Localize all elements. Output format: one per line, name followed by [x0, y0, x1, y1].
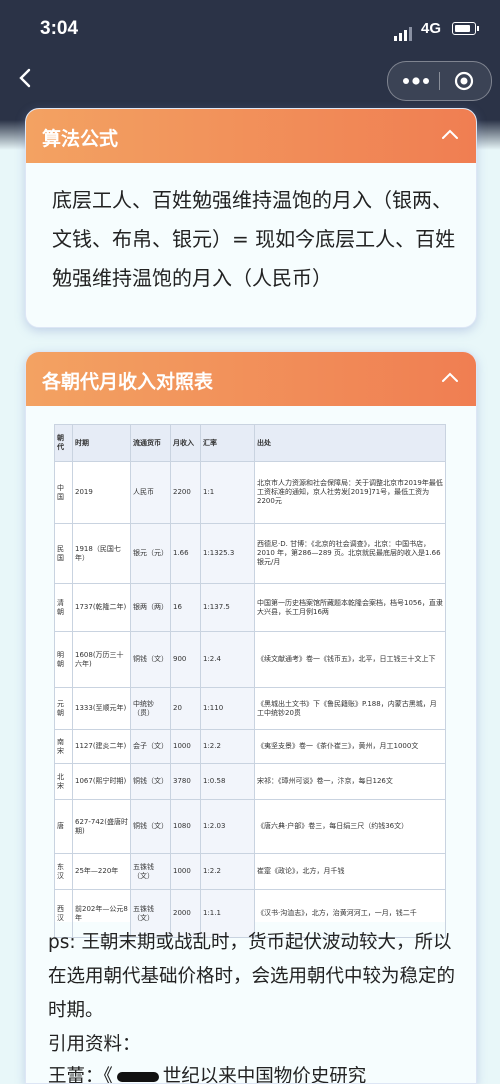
reference-label: 引用资料：	[48, 1034, 141, 1055]
income-table-card: 各朝代月收入对照表 朝代 时期 流通货币 月收入 汇率 出处 中国 2019 人民币…	[25, 351, 477, 1084]
table-row: 中国 2019 人民币 2200 1:1 北京市人力资源和社会保障局：关于调整北京市201…	[54, 461, 446, 524]
table-cell-rate: 1:1325.3	[200, 523, 255, 584]
formula-card: 算法公式 底层工人、百姓勉强维持温饱的月入（银两、文钱、布帛、银元）= 现如今底…	[25, 108, 477, 328]
table-cell-cur: 铜钱（文）	[130, 799, 171, 854]
mini-program-capsule	[387, 61, 492, 101]
table-cell-rate: 1:2.03	[200, 799, 255, 854]
target-ring-icon[interactable]	[454, 71, 474, 91]
table-row: 清朝 1737(乾隆二年) 银两（两） 16 1:137.5 中国第一历史档案馆所藏题本乾…	[54, 583, 446, 632]
header-cell: 时期	[72, 424, 131, 462]
table-cell-era: 北宋	[54, 763, 73, 800]
table-cell-inc: 1000	[170, 853, 201, 890]
signal-icon	[394, 22, 414, 41]
table-cell-era: 民国	[54, 523, 73, 584]
table-cell-src: 《唐六典·户部》卷三，每日绢三尺（约钱36文）	[254, 799, 446, 854]
status-bar: 3:04 4G	[0, 0, 500, 58]
table-cell-period: 25年—220年	[72, 853, 131, 890]
table-cell-rate: 1:0.58	[200, 763, 255, 800]
table-cell-cur: 银两（两）	[130, 583, 171, 632]
table-cell-rate: 1:1	[200, 461, 255, 524]
redaction-mark	[116, 1072, 159, 1082]
income-card-header[interactable]: 各朝代月收入对照表	[26, 352, 476, 406]
table-cell-src: 《夷坚支景》卷一《茶仆崔三》，黄州，月工1000文	[254, 729, 446, 764]
table-row: 东汉 25年—220年 五铢钱（文） 1000 1:2.2 崔寔《政论》，北方，月千钱	[54, 853, 446, 890]
table-cell-inc: 16	[170, 583, 201, 632]
table-row: 北宋 1067(熙宁时期) 铜钱（文） 3780 1:0.58 宋祁：《璋州可谈》卷一，汴…	[54, 763, 446, 800]
reference-suffix: 世纪以来中国物价史研究	[162, 1066, 367, 1084]
table-cell-period: 1737(乾隆二年)	[72, 583, 131, 632]
table-row: 唐 627-742(盛唐时期) 铜钱（文） 1080 1:2.03 《唐六典·户部》卷三，…	[54, 799, 446, 854]
table-cell-inc: 1000	[170, 729, 201, 764]
table-cell-era: 中国	[54, 461, 73, 524]
capsule-divider	[439, 72, 440, 90]
network-type: 4G	[421, 20, 442, 37]
table-cell-era: 南宋	[54, 729, 73, 764]
table-cell-cur: 铜钱（文）	[130, 763, 171, 800]
table-cell-src: 西德尼·D. 甘博：《北京的社会调查》，北京：中国书店，2010 年，第286—…	[254, 523, 446, 584]
table-cell-cur: 铜钱（文）	[130, 631, 171, 688]
table-row: 明朝 1608(万历三十六年) 铜钱（文） 900 1:2.4 《续文献通考》卷一《钱币五…	[54, 631, 446, 688]
table-cell-period: 1608(万历三十六年)	[72, 631, 131, 688]
table-cell-inc: 900	[170, 631, 201, 688]
table-cell-rate: 1:137.5	[200, 583, 255, 632]
table-cell-era: 东汉	[54, 853, 73, 890]
income-card-title: 各朝代月收入对照表	[42, 371, 214, 393]
table-cell-period: 1127(建炎二年)	[72, 729, 131, 764]
table-cell-inc: 2200	[170, 461, 201, 524]
header-cell: 流通货币	[130, 424, 171, 462]
table-cell-src: 《黑城出土文书》下《鲁民籍账》P.188，内蒙古黑城，月工中统钞20贯	[254, 687, 446, 730]
table-cell-src: 北京市人力资源和社会保障局：关于调整北京市2019年最低工资标准的通知，京人社劳…	[254, 461, 446, 524]
income-table-image: 朝代 时期 流通货币 月收入 汇率 出处 中国 2019 人民币 2200 1:1 北京市…	[54, 424, 446, 938]
income-table: 朝代 时期 流通货币 月收入 汇率 出处 中国 2019 人民币 2200 1:1 北京市…	[54, 424, 446, 938]
table-cell-src: 《续文献通考》卷一《钱币五》，北平，日工钱三十文上下	[254, 631, 446, 688]
table-cell-cur: 银元（元）	[130, 523, 171, 584]
table-cell-period: 1918（民国七年）	[72, 523, 131, 584]
table-cell-rate: 1:2.4	[200, 631, 255, 688]
table-cell-period: 627-742(盛唐时期)	[72, 799, 131, 854]
reference-item: 王蕾：《 世纪以来中国物价史研究	[48, 1060, 367, 1084]
formula-card-header[interactable]: 算法公式	[26, 109, 476, 163]
chevron-left-icon[interactable]	[16, 68, 36, 88]
table-cell-period: 1067(熙宁时期)	[72, 763, 131, 800]
table-cell-era: 元朝	[54, 687, 73, 730]
header-cell: 出处	[254, 424, 446, 462]
table-cell-cur: 人民币	[130, 461, 171, 524]
table-cell-era: 清朝	[54, 583, 73, 632]
note-text: ps: 王朝末期或战乱时，货币起伏波动较大，所以在选用朝代基础价格时，会选用朝代…	[48, 932, 456, 1021]
table-cell-inc: 3780	[170, 763, 201, 800]
table-cell-src: 崔寔《政论》，北方，月千钱	[254, 853, 446, 890]
table-cell-period: 1333(至顺元年)	[72, 687, 131, 730]
formula-card-title: 算法公式	[42, 128, 119, 150]
table-cell-inc: 1.66	[170, 523, 201, 584]
table-cell-cur: 五铢钱（文）	[130, 853, 171, 890]
table-row: 民国 1918（民国七年） 银元（元） 1.66 1:1325.3 西德尼·D. 甘博：《…	[54, 523, 446, 584]
table-row: 元朝 1333(至顺元年) 中统钞（贯） 20 1:110 《黑城出土文书》下《鲁民籍账》…	[54, 687, 446, 730]
reference-prefix: 王蕾：《	[48, 1066, 113, 1084]
battery-icon	[452, 22, 479, 35]
table-header-row: 朝代 时期 流通货币 月收入 汇率 出处	[54, 424, 446, 462]
table-cell-rate: 1:2.2	[200, 729, 255, 764]
table-cell-src: 中国第一历史档案馆所藏题本乾隆会案档，档号1056，直隶大兴县，长工月例16两	[254, 583, 446, 632]
table-cell-src: 宋祁：《璋州可谈》卷一，汴京，每日126文	[254, 763, 446, 800]
table-cell-rate: 1:110	[200, 687, 255, 730]
header-cell: 月收入	[170, 424, 201, 462]
table-cell-inc: 1080	[170, 799, 201, 854]
header-cell: 汇率	[200, 424, 255, 462]
table-cell-era: 明朝	[54, 631, 73, 688]
table-row: 南宋 1127(建炎二年) 会子（文） 1000 1:2.2 《夷坚支景》卷一《茶仆崔三》…	[54, 729, 446, 764]
header-cell: 朝代	[54, 424, 73, 462]
formula-text: 底层工人、百姓勉强维持温饱的月入（银两、文钱、布帛、银元）= 现如今底层工人、百…	[52, 188, 456, 290]
chevron-up-icon[interactable]	[442, 129, 458, 139]
more-dots-icon[interactable]	[402, 74, 430, 88]
table-cell-era: 唐	[54, 799, 73, 854]
status-time: 3:04	[40, 18, 79, 39]
table-cell-rate: 1:2.2	[200, 853, 255, 890]
table-cell-cur: 会子（文）	[130, 729, 171, 764]
chevron-up-icon[interactable]	[442, 372, 458, 382]
table-cell-period: 2019	[72, 461, 131, 524]
table-cell-cur: 中统钞（贯）	[130, 687, 171, 730]
table-cell-inc: 20	[170, 687, 201, 730]
